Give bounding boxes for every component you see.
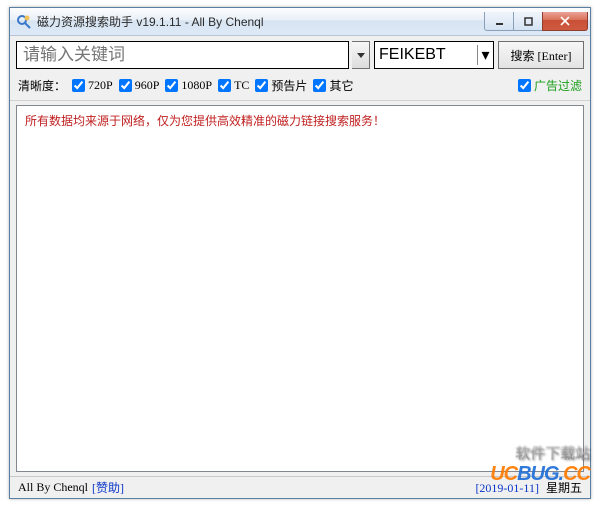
search-toolbar: FEIKEBT ▾ 搜索 [Enter] [10, 36, 590, 73]
filter-other[interactable]: 其它 [313, 77, 353, 94]
app-icon [16, 14, 32, 30]
checkbox-tc[interactable] [218, 79, 231, 92]
close-button[interactable] [542, 12, 588, 31]
search-input[interactable] [16, 41, 349, 69]
filter-trailer[interactable]: 预告片 [255, 77, 307, 94]
checkbox-960p[interactable] [119, 79, 132, 92]
titlebar[interactable]: 磁力资源搜索助手 v19.1.11 - All By Chenql [10, 8, 590, 36]
author-label: All By Chenql [18, 480, 88, 495]
app-window: 磁力资源搜索助手 v19.1.11 - All By Chenql FEIKEB… [9, 7, 591, 499]
checkbox-1080p[interactable] [165, 79, 178, 92]
info-message: 所有数据均来源于网络，仅为您提供高效精准的磁力链接搜索服务！ [25, 114, 385, 128]
results-area: 所有数据均来源于网络，仅为您提供高效精准的磁力链接搜索服务！ [16, 105, 584, 472]
filter-960p[interactable]: 960P [119, 78, 160, 93]
maximize-button[interactable] [513, 12, 543, 31]
sponsor-link[interactable]: [赞助] [92, 479, 124, 496]
checkbox-other[interactable] [313, 79, 326, 92]
search-history-dropdown[interactable] [352, 41, 370, 69]
statusbar: All By Chenql [赞助] [2019-01-11] 星期五 [10, 476, 590, 498]
filter-720p[interactable]: 720P [72, 78, 113, 93]
checkbox-trailer[interactable] [255, 79, 268, 92]
chevron-down-icon [357, 53, 365, 58]
status-date: [2019-01-11] [475, 481, 539, 495]
window-title: 磁力资源搜索助手 v19.1.11 - All By Chenql [37, 13, 485, 30]
filter-row: 清晰度： 720P 960P 1080P TC 预告片 其它 广告过滤 [10, 73, 590, 101]
status-weekday: 星期五 [546, 481, 582, 495]
source-select[interactable]: FEIKEBT ▾ [374, 41, 494, 69]
ad-filter-toggle[interactable]: 广告过滤 [518, 77, 582, 94]
filter-1080p[interactable]: 1080P [165, 78, 212, 93]
checkbox-720p[interactable] [72, 79, 85, 92]
minimize-button[interactable] [484, 12, 514, 31]
chevron-down-icon: ▾ [477, 45, 493, 65]
search-button[interactable]: 搜索 [Enter] [498, 41, 584, 69]
window-controls [485, 12, 588, 31]
source-selected-label: FEIKEBT [379, 46, 446, 64]
filter-label: 清晰度： [18, 77, 66, 94]
filter-tc[interactable]: TC [218, 78, 249, 93]
checkbox-adfilter[interactable] [518, 79, 531, 92]
